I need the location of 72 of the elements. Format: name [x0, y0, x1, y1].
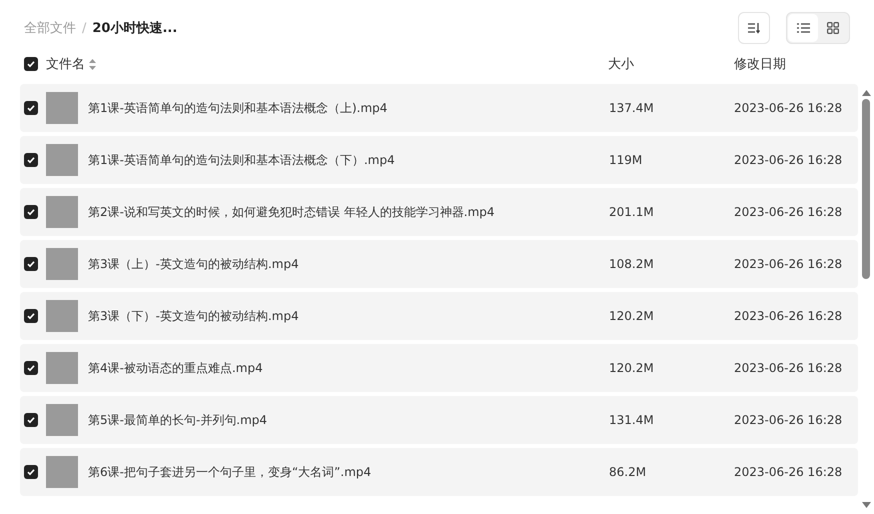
file-name: 第5课-最简单的长句-并列句.mp4 — [88, 412, 268, 428]
file-name: 第3课（上）-英文造句的被动结构.mp4 — [88, 256, 299, 272]
checkmark-icon — [26, 311, 36, 321]
thumbnail-placeholder — [46, 352, 78, 384]
column-header: 大小 — [608, 56, 635, 73]
file-date: 2023-06-26 16:28 — [734, 309, 844, 323]
scroll-down-icon[interactable] — [862, 502, 870, 508]
checkmark-icon — [26, 155, 36, 165]
file-row[interactable]: 第3课（下）-英文造句的被动结构.mp4 120.2M 2023-06-26 16:28 — [20, 292, 858, 340]
file-size: 108.2M — [609, 257, 655, 271]
checkmark-icon — [26, 467, 36, 477]
file-row[interactable]: 第1课-英语简单句的造句法则和基本语法概念（下）.mp4 119M 2023-06-26 16:28 — [20, 136, 858, 184]
scrollbar-thumb[interactable] — [862, 99, 870, 279]
file-row[interactable]: 第5课-最简单的长句-并列句.mp4 131.4M 2023-06-26 16:28 — [20, 396, 858, 444]
file-name: 第6课-把句子套进另一个句子里，变身“大名词”.mp4 — [88, 464, 372, 480]
file-name: 第1课-英语简单句的造句法则和基本语法概念（上).mp4 — [88, 100, 388, 116]
checkbox[interactable] — [24, 101, 38, 115]
checkbox[interactable] — [24, 361, 38, 375]
checkbox[interactable] — [24, 309, 38, 323]
file-name: 第1课-英语简单句的造句法则和基本语法概念（下）.mp4 — [88, 152, 395, 168]
column-header: 修改日期 — [734, 56, 787, 73]
file-date: 2023-06-26 16:28 — [734, 257, 844, 271]
file-size: 137.4M — [609, 101, 655, 115]
thumbnail-placeholder — [46, 404, 78, 436]
file-date: 2023-06-26 16:28 — [734, 361, 844, 375]
file-name: 第3课（下）-英文造句的被动结构.mp4 — [88, 308, 299, 324]
checkbox[interactable] — [24, 205, 38, 219]
file-name: 第2课-说和写英文的时候，如何避免犯时态错误 年轻人的技能学习神器.mp4 — [88, 204, 495, 220]
file-size: 131.4M — [609, 413, 655, 427]
file-row[interactable]: 第6课-把句子套进另一个句子里，变身“大名词”.mp4 86.2M 2023-06-26 16:28 — [20, 448, 858, 496]
file-size: 201.1M — [609, 205, 655, 219]
sort-button[interactable] — [738, 12, 770, 44]
thumbnail-placeholder — [46, 456, 78, 488]
checkbox[interactable] — [24, 465, 38, 479]
list-view-button[interactable] — [788, 14, 818, 42]
file-size: 120.2M — [609, 361, 655, 375]
scroll-up-icon[interactable] — [862, 90, 870, 96]
list-icon — [796, 23, 810, 33]
checkbox[interactable] — [24, 413, 38, 427]
file-row[interactable]: 第1课-英语简单句的造句法则和基本语法概念（上).mp4 137.4M 2023-06-26 16:28 — [20, 84, 858, 132]
checkmark-icon — [26, 259, 36, 269]
checkmark-icon — [26, 59, 36, 69]
checkbox[interactable] — [24, 57, 38, 71]
thumbnail-placeholder — [46, 196, 78, 228]
thumbnail-placeholder — [46, 144, 78, 176]
checkmark-icon — [26, 103, 36, 113]
file-date: 2023-06-26 16:28 — [734, 101, 844, 115]
checkmark-icon — [26, 207, 36, 217]
column-header[interactable]: 文件名 — [46, 55, 85, 73]
checkmark-icon — [26, 363, 36, 373]
file-size: 119M — [609, 153, 644, 167]
thumbnail-placeholder — [46, 300, 78, 332]
sort-lines-icon — [747, 22, 761, 34]
checkmark-icon — [26, 415, 36, 425]
file-row[interactable]: 第2课-说和写英文的时候，如何避免犯时态错误 年轻人的技能学习神器.mp4 201.1M 2023-06-26 16:28 — [20, 188, 858, 236]
sort-icon[interactable] — [89, 58, 96, 70]
file-row[interactable]: 第4课-被动语态的重点难点.mp4 120.2M 2023-06-26 16:28 — [20, 344, 858, 392]
file-date: 2023-06-26 16:28 — [734, 465, 844, 479]
file-date: 2023-06-26 16:28 — [734, 153, 844, 167]
file-size: 86.2M — [609, 465, 648, 479]
file-date: 2023-06-26 16:28 — [734, 205, 844, 219]
thumbnail-placeholder — [46, 92, 78, 124]
file-name: 第4课-被动语态的重点难点.mp4 — [88, 360, 263, 376]
file-size: 120.2M — [609, 309, 655, 323]
file-row[interactable]: 第3课（上）-英文造句的被动结构.mp4 108.2M 2023-06-26 16:28 — [20, 240, 858, 288]
breadcrumb-current: 20小时快速... — [92, 20, 178, 37]
thumbnail-placeholder — [46, 248, 78, 280]
file-date: 2023-06-26 16:28 — [734, 413, 844, 427]
breadcrumb-separator: / — [82, 20, 86, 36]
grid-icon — [827, 22, 839, 34]
checkbox[interactable] — [24, 153, 38, 167]
checkbox[interactable] — [24, 257, 38, 271]
